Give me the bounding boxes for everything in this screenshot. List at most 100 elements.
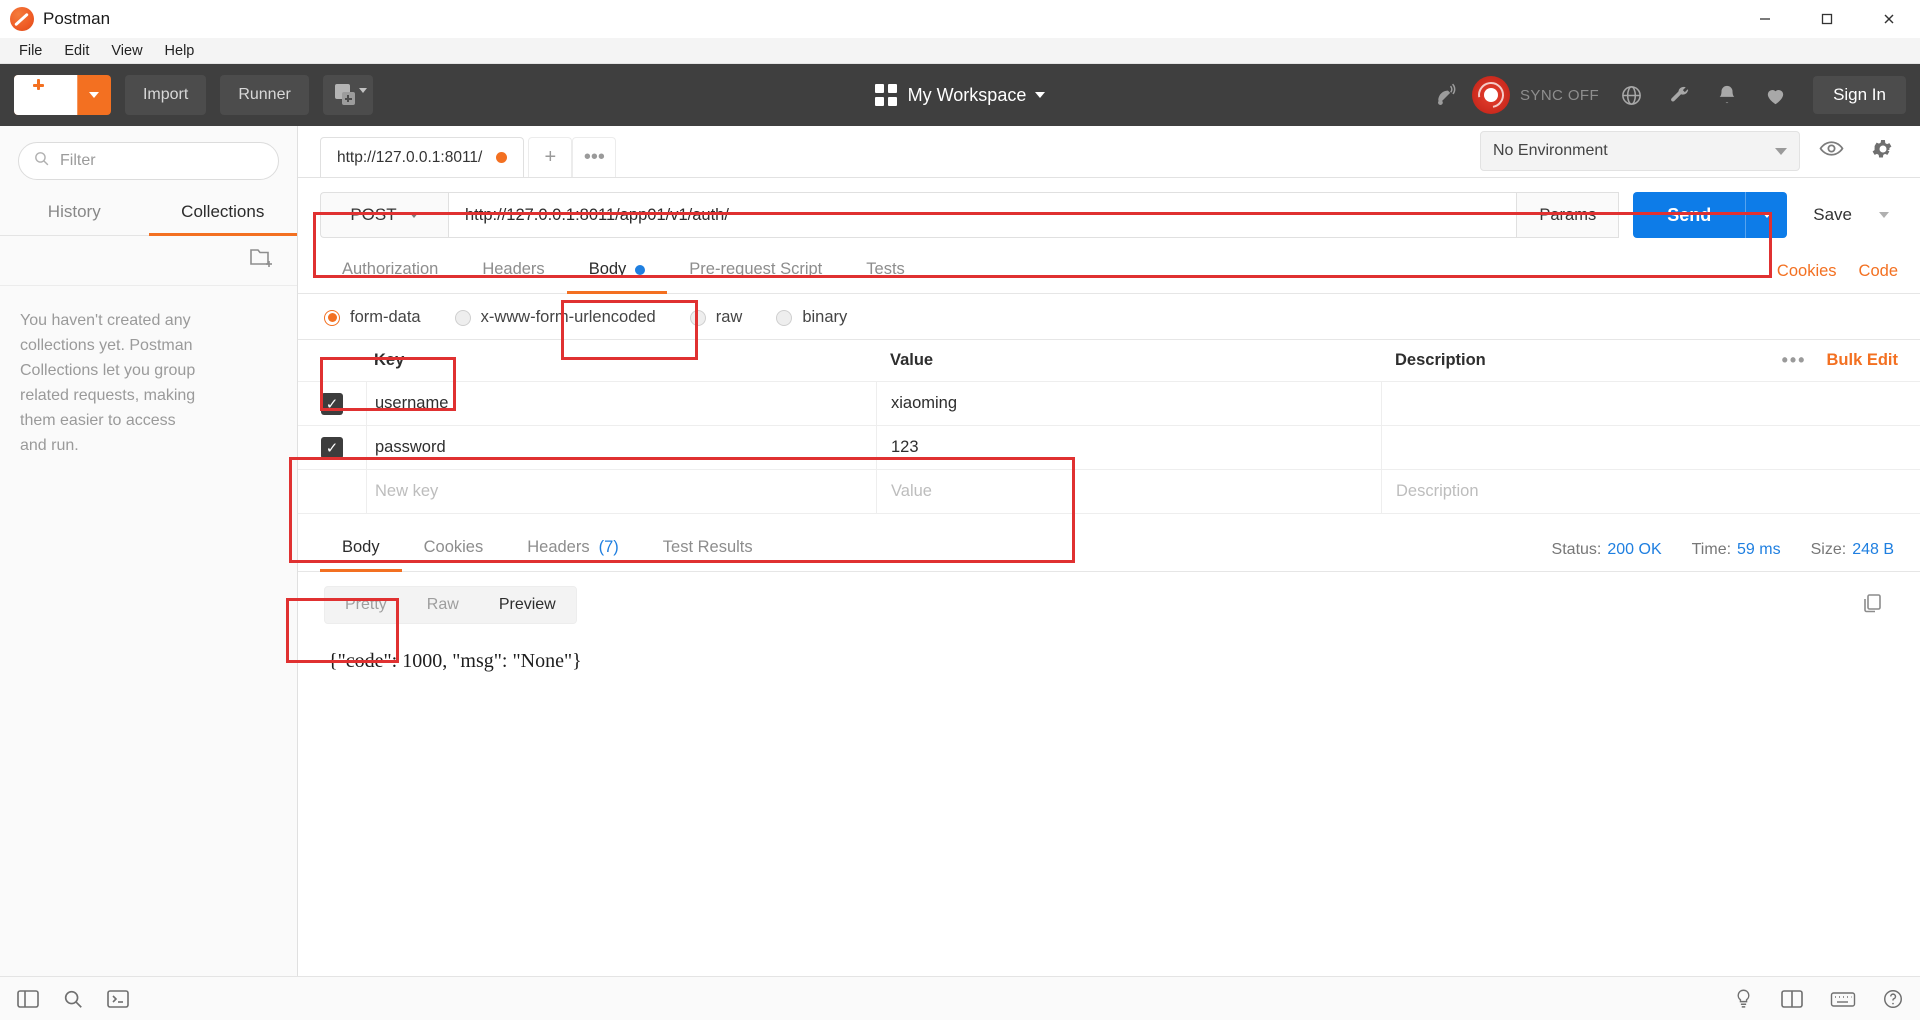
save-button[interactable]: Save	[1801, 192, 1864, 238]
radio-indicator	[454, 309, 471, 326]
menu-edit[interactable]: Edit	[53, 41, 100, 61]
radio-binary-label: binary	[802, 308, 848, 326]
response-tab-headers[interactable]: Headers (7)	[505, 528, 641, 572]
sidebar: Filter History Collections You haven't c…	[0, 126, 298, 976]
environment-settings-button[interactable]	[1862, 131, 1904, 171]
search-icon[interactable]	[62, 988, 84, 1010]
status-label: Status:	[1551, 541, 1602, 558]
row-checkbox[interactable]: ✓	[298, 392, 366, 415]
body-modified-dot-icon	[635, 264, 646, 275]
maximize-button[interactable]	[1796, 0, 1858, 38]
params-button[interactable]: Params	[1517, 192, 1620, 238]
sidebar-tab-history[interactable]: History	[0, 192, 149, 236]
radio-urlencoded[interactable]: x-www-form-urlencoded	[454, 308, 656, 327]
copy-icon[interactable]	[1860, 591, 1898, 620]
tab-body[interactable]: Body	[566, 250, 668, 294]
code-link[interactable]: Code	[1859, 262, 1898, 281]
environment-selected-label: No Environment	[1493, 142, 1608, 159]
chevron-down-icon	[1035, 92, 1046, 98]
keyboard-icon[interactable]	[1830, 989, 1856, 1009]
view-mode-raw[interactable]: Raw	[407, 587, 479, 623]
row-key-cell[interactable]: password	[366, 425, 876, 470]
title-bar: Postman	[0, 0, 1920, 38]
chevron-down-icon	[1775, 147, 1787, 155]
tab-pre-request-script-label: Pre-request Script	[689, 260, 823, 278]
row-key-cell[interactable]: username	[366, 381, 876, 426]
tab-headers[interactable]: Headers	[460, 250, 566, 294]
table-row[interactable]: ✓ password 123	[298, 425, 1920, 470]
bulk-edit-link[interactable]: Bulk Edit	[1826, 351, 1898, 370]
sign-in-button[interactable]: Sign In	[1813, 76, 1906, 114]
save-dropdown-button[interactable]	[1864, 192, 1904, 238]
new-row-value-input[interactable]: Value	[876, 469, 1381, 514]
cookies-link[interactable]: Cookies	[1777, 262, 1837, 281]
response-tab-cookies[interactable]: Cookies	[402, 528, 506, 572]
new-row-key-input[interactable]: New key	[366, 469, 876, 514]
time-label: Time:	[1691, 541, 1732, 558]
row-description-cell[interactable]	[1381, 381, 1920, 426]
sidebar-toggle-icon[interactable]	[16, 988, 40, 1010]
sidebar-tab-collections[interactable]: Collections	[148, 192, 297, 236]
view-mode-preview[interactable]: Preview	[478, 587, 576, 623]
menu-help[interactable]: Help	[154, 41, 206, 61]
search-input[interactable]: Filter	[18, 142, 279, 180]
environment-select[interactable]: No Environment	[1480, 131, 1800, 171]
view-mode-pretty[interactable]: Pretty	[325, 587, 407, 623]
row-value-cell[interactable]: xiaoming	[876, 381, 1381, 426]
window-controls	[1734, 0, 1920, 38]
table-new-row[interactable]: New key Value Description	[298, 469, 1920, 514]
send-button[interactable]: Send	[1633, 192, 1746, 238]
sync-status[interactable]: SYNC OFF	[1472, 76, 1599, 114]
tab-tests[interactable]: Tests	[844, 250, 927, 294]
url-input[interactable]: http://127.0.0.1:8011/app01/v1/auth/	[448, 192, 1518, 238]
new-button-dropdown[interactable]	[76, 75, 111, 115]
status-meta: Status: 200 OK	[1552, 541, 1662, 559]
response-tab-body-label: Body	[342, 538, 380, 556]
minimize-button[interactable]	[1734, 0, 1796, 38]
new-tab-button[interactable]: +	[528, 137, 573, 177]
menu-view[interactable]: View	[100, 41, 153, 61]
radio-raw-label: raw	[715, 308, 743, 326]
response-meta: Status: 200 OK Time: 59 ms Size: 248 B	[1552, 541, 1920, 571]
console-icon[interactable]	[106, 988, 130, 1010]
tabs-more-button[interactable]: •••	[572, 137, 617, 177]
new-window-button[interactable]	[322, 75, 373, 115]
radio-binary[interactable]: binary	[776, 308, 847, 327]
table-row[interactable]: ✓ username xiaoming	[298, 381, 1920, 426]
lightbulb-icon[interactable]	[1733, 988, 1754, 1010]
close-button[interactable]	[1858, 0, 1920, 38]
save-group: Save	[1801, 192, 1904, 238]
request-tabs-bar: http://127.0.0.1:8011/ + ••• No Environm…	[298, 126, 1920, 178]
new-row-description-input[interactable]: Description	[1381, 469, 1920, 514]
tab-authorization-label: Authorization	[342, 260, 439, 278]
radio-form-data[interactable]: form-data	[324, 308, 421, 327]
grid-icon	[874, 84, 897, 106]
help-circle-icon[interactable]	[1882, 988, 1904, 1010]
send-dropdown-button[interactable]	[1745, 192, 1788, 238]
request-tab-active[interactable]: http://127.0.0.1:8011/	[320, 137, 525, 177]
globe-icon[interactable]	[1614, 78, 1648, 112]
heart-icon[interactable]	[1758, 78, 1792, 112]
runner-button[interactable]: Runner	[220, 75, 309, 115]
two-pane-icon[interactable]	[1780, 988, 1804, 1010]
row-description-cell[interactable]	[1381, 425, 1920, 470]
row-value-cell[interactable]: 123	[876, 425, 1381, 470]
menu-file[interactable]: File	[8, 41, 53, 61]
wrench-icon[interactable]	[1662, 78, 1696, 112]
import-button[interactable]: Import	[124, 75, 207, 115]
bell-icon[interactable]	[1710, 78, 1744, 112]
workspace-selector[interactable]: My Workspace	[830, 84, 1090, 106]
satellite-antenna-icon[interactable]	[1431, 78, 1465, 112]
response-tab-body[interactable]: Body	[320, 528, 402, 572]
table-more-icon[interactable]: •••	[1782, 350, 1807, 371]
response-tab-test-results[interactable]: Test Results	[641, 528, 775, 572]
radio-raw[interactable]: raw	[689, 308, 743, 327]
row-checkbox[interactable]: ✓	[298, 436, 366, 459]
tab-authorization[interactable]: Authorization	[320, 250, 460, 294]
environment-quick-look-button[interactable]	[1810, 131, 1852, 171]
new-button[interactable]: New	[14, 75, 111, 115]
response-tabs: Body Cookies Headers (7) Test Results St…	[298, 528, 1920, 572]
http-method-select[interactable]: POST	[320, 192, 448, 238]
new-folder-icon[interactable]	[249, 246, 275, 273]
tab-pre-request-script[interactable]: Pre-request Script	[667, 250, 844, 294]
